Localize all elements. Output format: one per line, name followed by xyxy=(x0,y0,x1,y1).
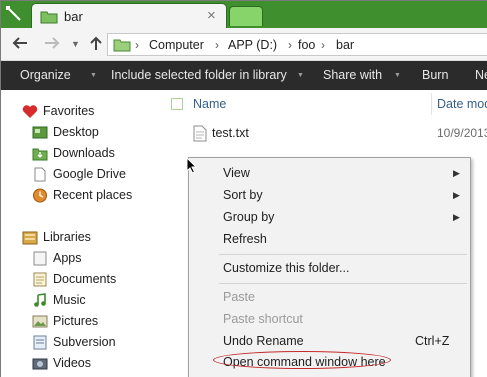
nav-label: Apps xyxy=(53,251,82,265)
close-icon[interactable]: × xyxy=(207,7,216,24)
breadcrumb-bar[interactable]: bar xyxy=(336,38,354,52)
column-header-name[interactable]: Name xyxy=(193,97,226,111)
menu-shortcut-undo: Ctrl+Z xyxy=(415,334,450,348)
breadcrumb-separator[interactable]: › xyxy=(135,38,139,52)
folder-icon xyxy=(40,10,58,27)
address-row: ▼ › Computer › APP (D:) › foo › bar xyxy=(1,28,487,61)
dropdown-caret-icon: ▼ xyxy=(90,72,97,79)
nav-label: Libraries xyxy=(43,230,91,244)
menu-item-group-by[interactable]: Group by xyxy=(223,210,274,224)
music-icon xyxy=(32,293,48,308)
subversion-icon xyxy=(32,335,48,350)
address-bar[interactable]: › Computer › APP (D:) › foo › bar xyxy=(107,33,487,56)
dropdown-caret-icon: ▼ xyxy=(297,72,304,79)
submenu-arrow-icon: ▶ xyxy=(453,212,460,222)
share-with-button[interactable]: Share with xyxy=(323,68,382,82)
highlight-ellipse xyxy=(213,351,391,369)
context-menu: View ▶ Sort by ▶ Group by ▶ Refresh Cust… xyxy=(188,157,471,377)
nav-label: Subversion xyxy=(53,335,116,349)
back-icon[interactable] xyxy=(11,36,29,54)
command-bar: Organize ▼ Include selected folder in li… xyxy=(1,61,487,90)
pictures-icon xyxy=(32,314,48,329)
videos-icon xyxy=(32,356,48,371)
app-menu-icon[interactable] xyxy=(3,3,25,25)
submenu-arrow-icon: ▶ xyxy=(453,190,460,200)
file-date: 10/9/2013 xyxy=(437,126,487,140)
new-folder-button[interactable]: Ne xyxy=(475,68,487,82)
burn-button[interactable]: Burn xyxy=(422,68,448,82)
documents-icon xyxy=(32,272,48,287)
menu-separator xyxy=(219,254,467,255)
nav-label: Downloads xyxy=(53,146,115,160)
nav-label: Favorites xyxy=(43,104,95,118)
menu-item-sort-by[interactable]: Sort by xyxy=(223,188,263,202)
column-divider[interactable] xyxy=(431,93,432,115)
submenu-arrow-icon: ▶ xyxy=(453,168,460,178)
nav-label: Documents xyxy=(53,272,117,286)
recent-places-icon xyxy=(32,188,48,203)
nav-label: Recent places xyxy=(53,188,133,202)
heart-icon xyxy=(22,104,38,119)
include-in-library-button[interactable]: Include selected folder in library xyxy=(111,68,287,82)
file-name: test.txt xyxy=(212,126,249,140)
menu-item-undo-rename[interactable]: Undo Rename xyxy=(223,334,304,348)
forward-icon[interactable] xyxy=(43,36,61,54)
navigation-pane: Favorites Desktop Downloads Google Drive… xyxy=(1,90,158,377)
breadcrumb-separator[interactable]: › xyxy=(321,38,325,52)
nav-label: Videos xyxy=(53,356,91,370)
downloads-folder-icon xyxy=(32,146,48,161)
nav-label: Google Drive xyxy=(53,167,126,181)
google-drive-icon xyxy=(32,167,48,182)
menu-item-paste-shortcut[interactable]: Paste shortcut xyxy=(223,312,303,326)
menu-item-view[interactable]: View xyxy=(223,166,250,180)
desktop-icon xyxy=(32,125,48,140)
tab-bar[interactable]: bar × xyxy=(31,3,227,28)
breadcrumb-app-drive[interactable]: APP (D:) xyxy=(228,38,277,52)
breadcrumb-foo[interactable]: foo xyxy=(298,38,315,52)
nav-label: Pictures xyxy=(53,314,99,328)
new-tab-button[interactable] xyxy=(229,6,263,26)
tab-title: bar xyxy=(64,9,83,24)
nav-label: Desktop xyxy=(53,125,99,139)
menu-item-refresh[interactable]: Refresh xyxy=(223,232,267,246)
nav-label: Music xyxy=(53,293,86,307)
column-header-date[interactable]: Date mod xyxy=(437,97,487,111)
menu-item-paste[interactable]: Paste xyxy=(223,290,255,304)
dropdown-caret-icon: ▼ xyxy=(394,72,401,79)
libraries-icon xyxy=(22,230,38,245)
select-all-checkbox[interactable] xyxy=(171,98,183,110)
mouse-cursor-icon xyxy=(186,156,198,178)
apps-library-icon xyxy=(32,251,48,266)
menu-item-customize-folder[interactable]: Customize this folder... xyxy=(223,261,349,275)
up-icon[interactable] xyxy=(90,36,102,55)
history-dropdown-icon[interactable]: ▼ xyxy=(71,39,80,49)
file-row[interactable]: test.txt 10/9/2013 xyxy=(158,123,487,145)
tab-strip: bar × xyxy=(1,1,487,28)
breadcrumb-computer[interactable]: Computer xyxy=(149,38,204,52)
organize-button[interactable]: Organize xyxy=(20,68,71,82)
breadcrumb-separator[interactable]: › xyxy=(215,38,219,52)
text-file-icon xyxy=(193,125,207,145)
menu-separator xyxy=(219,283,467,284)
folder-icon xyxy=(113,38,131,55)
breadcrumb-separator[interactable]: › xyxy=(288,38,292,52)
